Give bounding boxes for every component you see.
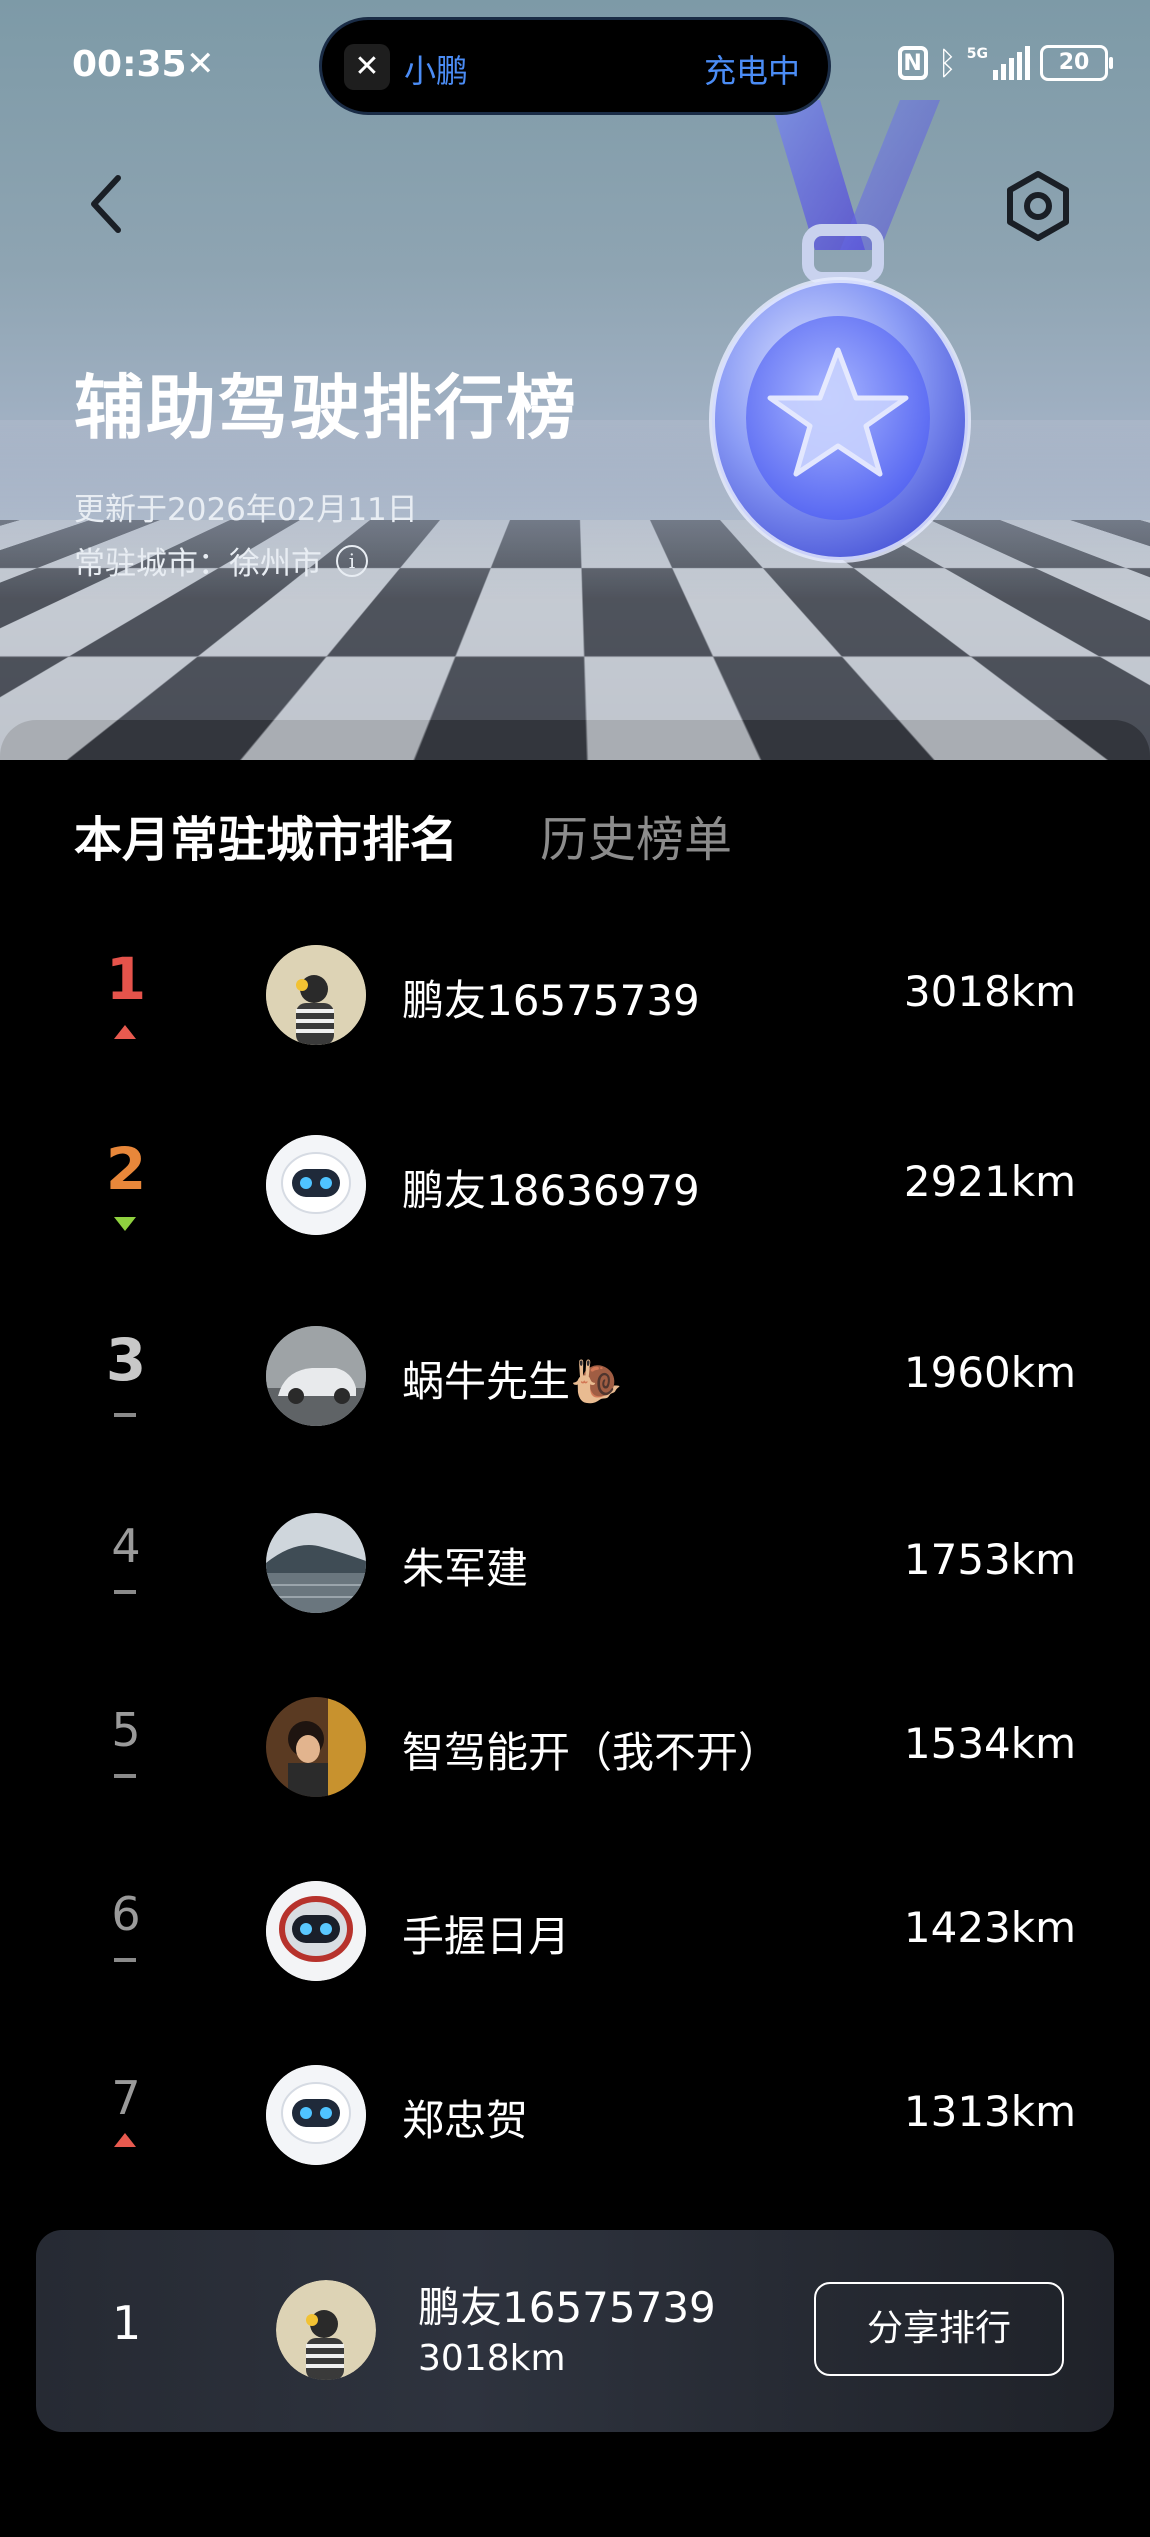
- nfc-icon: N: [897, 46, 928, 80]
- medal-icon: [709, 100, 971, 563]
- trend-up-icon: [114, 2133, 138, 2147]
- distance: 1753km: [903, 1535, 1076, 1584]
- back-arrow-icon[interactable]: [80, 170, 136, 238]
- my-rank-number: 1: [112, 2296, 142, 2350]
- rank-number: 6: [111, 1887, 141, 1941]
- island-charging-status: 充电中: [703, 52, 800, 90]
- my-distance: 3018km: [418, 2338, 566, 2379]
- bluetooth-icon: ᛒ: [937, 44, 957, 82]
- ranking-row[interactable]: 3 蜗牛先生🐌 1960km: [0, 1296, 1150, 1446]
- battery-icon: 20: [1040, 45, 1113, 81]
- distance: 1960km: [903, 1348, 1076, 1397]
- user-name: 蜗牛先生🐌: [402, 1357, 623, 1406]
- distance: 1534km: [903, 1719, 1076, 1768]
- info-icon[interactable]: i: [336, 544, 368, 577]
- rank-number: 4: [111, 1519, 141, 1573]
- dynamic-island[interactable]: ✕ 小鹏 充电中: [322, 20, 828, 112]
- share-ranking-button[interactable]: 分享排行: [814, 2282, 1064, 2376]
- user-name: 鹏友16575739: [402, 976, 700, 1025]
- avatar[interactable]: [266, 2065, 366, 2165]
- bow-tie-logo-icon: ✕: [186, 44, 215, 84]
- my-ranking-bar: 1 鹏友16575739 3018km 分享排行: [36, 2230, 1114, 2432]
- resident-city: 常驻城市：徐州市 i: [74, 538, 368, 583]
- status-icons: N ᛒ 5G 20: [897, 40, 1113, 86]
- ranking-row[interactable]: 6 手握日月 1423km: [0, 1851, 1150, 2001]
- island-app-name: 小鹏: [404, 52, 469, 90]
- user-name: 郑忠贺: [402, 2096, 529, 2145]
- update-date: 更新于2026年02月11日: [74, 492, 418, 528]
- avatar[interactable]: [266, 1697, 366, 1797]
- status-time: 00:35: [72, 44, 187, 85]
- network-type: 5G: [966, 46, 988, 62]
- rank-number: 5: [111, 1703, 141, 1757]
- distance: 3018km: [903, 967, 1076, 1016]
- ranking-row[interactable]: 5 智驾能开（我不开） 1534km: [0, 1667, 1150, 1817]
- tab-monthly-city-ranking[interactable]: 本月常驻城市排名: [74, 800, 458, 870]
- my-user-name: 鹏友16575739: [418, 2283, 716, 2332]
- rank-number: 1: [105, 945, 147, 1013]
- ranking-row[interactable]: 7 郑忠贺 1313km: [0, 2035, 1150, 2185]
- user-name: 手握日月: [402, 1912, 571, 1961]
- hero-banner: 00:35 ✕ ✕ 小鹏 充电中 N ᛒ 5G 20 辅助驾驶排行榜 更新于20…: [0, 0, 1150, 760]
- avatar[interactable]: [266, 945, 366, 1045]
- avatar[interactable]: [266, 1881, 366, 1981]
- xpeng-logo-icon: ✕: [344, 44, 390, 90]
- user-name: 鹏友18636979: [402, 1166, 700, 1215]
- rank-number: 3: [105, 1326, 147, 1394]
- tab-history-board[interactable]: 历史榜单: [540, 800, 732, 870]
- signal-icon: 5G: [967, 46, 1030, 80]
- avatar[interactable]: [266, 1326, 366, 1426]
- distance: 1313km: [903, 2087, 1076, 2136]
- ranking-row[interactable]: 4 朱军建 1753km: [0, 1483, 1150, 1633]
- rank-number: 7: [111, 2071, 141, 2125]
- ranking-row[interactable]: 2 鹏友18636979 2921km: [0, 1105, 1150, 1255]
- distance: 1423km: [903, 1903, 1076, 1952]
- trend-same-icon: [114, 1408, 138, 1422]
- trend-same-icon: [114, 1953, 138, 1967]
- trend-same-icon: [114, 1769, 138, 1783]
- distance: 2921km: [903, 1157, 1076, 1206]
- settings-hexagon-icon[interactable]: [1000, 168, 1076, 244]
- trend-same-icon: [114, 1585, 138, 1599]
- my-avatar[interactable]: [276, 2280, 376, 2380]
- trend-up-icon: [114, 1025, 138, 1039]
- page-title: 辅助驾驶排行榜: [74, 367, 578, 449]
- user-name: 朱军建: [402, 1544, 529, 1593]
- avatar[interactable]: [266, 1135, 366, 1235]
- city-label: 常驻城市：徐州市: [74, 546, 322, 582]
- rank-number: 2: [105, 1135, 147, 1203]
- trend-down-icon: [114, 1217, 138, 1231]
- user-name: 智驾能开（我不开）: [402, 1728, 781, 1777]
- avatar[interactable]: [266, 1513, 366, 1613]
- ranking-row[interactable]: 1 鹏友16575739 3018km: [0, 915, 1150, 1065]
